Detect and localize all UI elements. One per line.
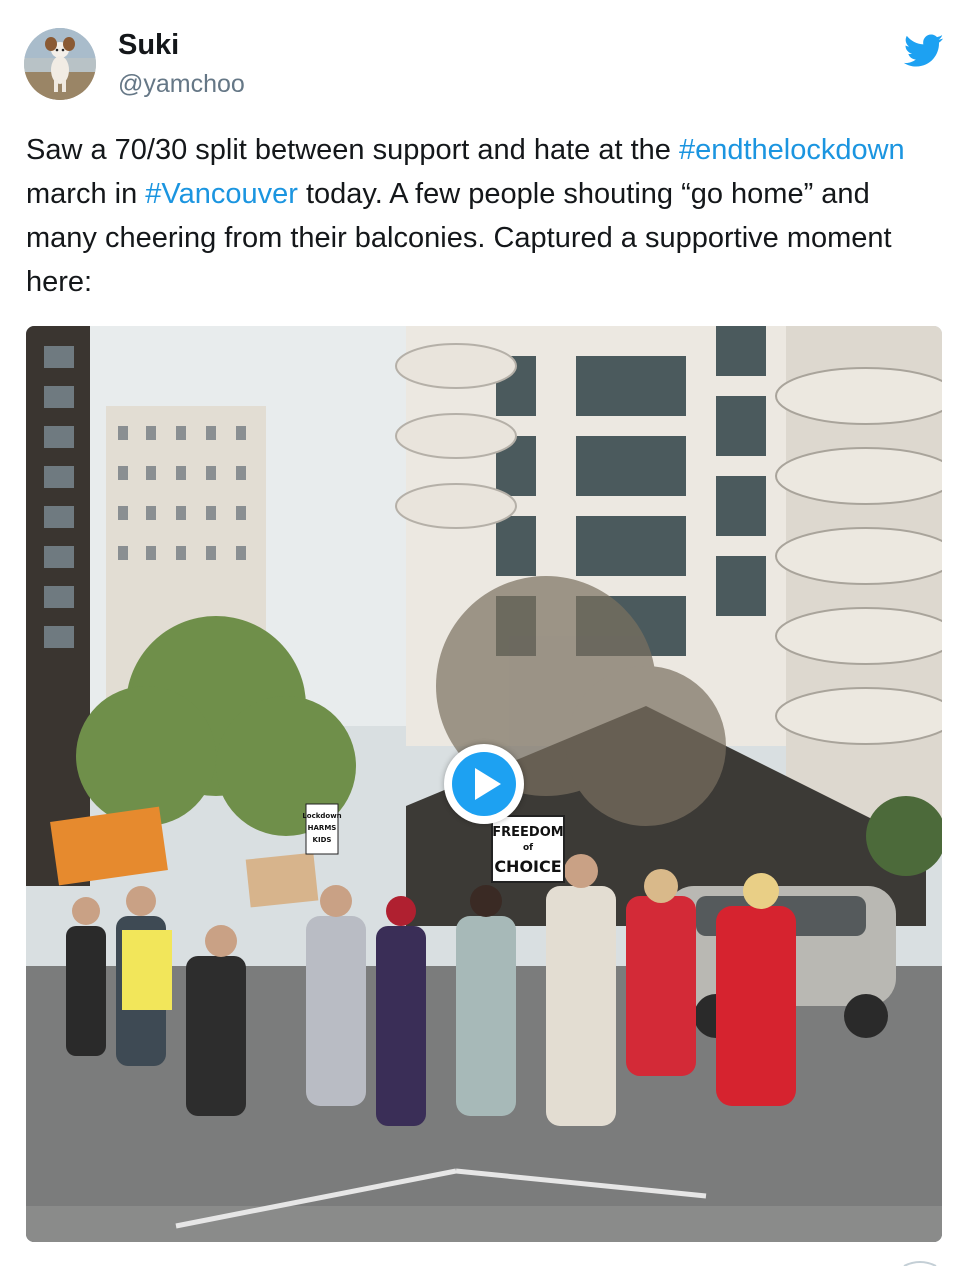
sign-lockdown-line2: HARMS [308,824,337,832]
tweet-body: Saw a 70/30 split between support and ha… [26,128,926,304]
play-button[interactable] [444,744,524,824]
sign-freedom-line3: CHOICE [494,857,561,876]
sign-freedom-line1: FREEDOM [492,825,563,840]
scroll-indicator [903,1261,937,1266]
video-player[interactable]: FREEDOM of CHOICE Lockdown HARMS KIDS [26,326,942,1242]
dog-avatar-icon [24,28,96,100]
twitter-bird-icon[interactable] [904,34,944,68]
sign-freedom-line2: of [523,843,533,853]
author-avatar[interactable] [24,28,96,100]
tweet-text-part: march in [26,178,146,210]
hashtag-vancouver-link[interactable]: #Vancouver [145,178,298,210]
play-icon [452,752,516,816]
tweet-header: Suki @yamchoo [24,28,944,100]
sign-lockdown-line1: Lockdown [302,812,341,820]
author-names: Suki @yamchoo [118,28,245,100]
hashtag-endthelockdown-link[interactable]: #endthelockdown [679,134,905,166]
sign-lockdown-line3: KIDS [313,836,332,844]
author-handle[interactable]: @yamchoo [118,68,245,100]
tweet-text-part: Saw a 70/30 split between support and ha… [26,134,679,166]
author-display-name[interactable]: Suki [118,28,245,62]
